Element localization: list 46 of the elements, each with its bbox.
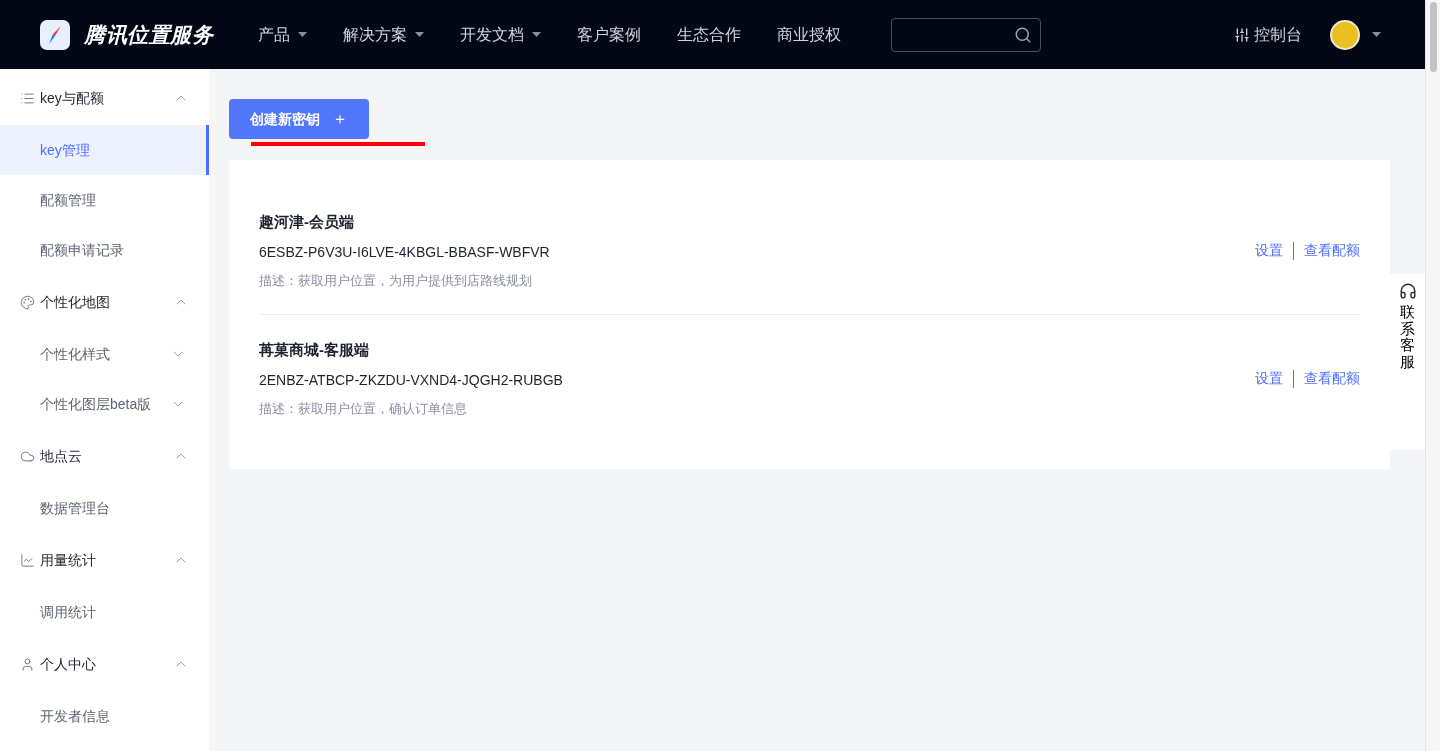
key-description: 描述：获取用户位置，为用户提供到店路线规划	[259, 271, 533, 290]
sidebar-item[interactable]: 调用统计	[0, 587, 209, 637]
key-value: 2ENBZ-ATBCP-ZKZDU-VXND4-JQGH2-RUBGB	[259, 370, 564, 390]
sidebar-group-header[interactable]: 个性化地图	[0, 289, 209, 315]
group-icon	[20, 448, 35, 464]
sidebar-item[interactable]: 个性化图层beta版	[0, 379, 209, 429]
search-field[interactable]	[891, 17, 1042, 52]
action-link[interactable]: 设置	[1255, 368, 1283, 389]
avatar[interactable]	[1330, 19, 1360, 50]
sidebar-item[interactable]: key管理	[0, 125, 209, 175]
nav-link[interactable]: 开发文档	[460, 22, 542, 47]
console-link[interactable]: 控制台	[1234, 22, 1302, 47]
headset-icon	[1398, 282, 1417, 300]
sidebar-group-header[interactable]: 用量统计	[0, 547, 209, 573]
action-link[interactable]: 查看配额	[1304, 368, 1360, 389]
sidebar-item[interactable]: 个性化样式	[0, 329, 209, 379]
create-key-button[interactable]: 创建新密钥 ＋	[229, 99, 369, 139]
sidebar-group-header[interactable]: key与配额	[0, 85, 209, 111]
action-link[interactable]: 设置	[1255, 240, 1283, 261]
key-value: 6ESBZ-P6V3U-I6LVE-4KBGL-BBASF-WBFVR	[259, 242, 551, 262]
caret-down-icon	[1372, 32, 1381, 37]
sliders-icon	[1234, 26, 1250, 43]
group-icon	[20, 656, 35, 672]
key-name: 趣河津-会员端	[259, 212, 355, 232]
brand-name[interactable]: 腾讯位置服务	[84, 18, 214, 51]
nav-link[interactable]: 生态合作	[677, 22, 742, 47]
search-icon	[1014, 25, 1033, 44]
nav-link[interactable]: 客户案例	[577, 22, 642, 47]
nav-link[interactable]: 产品	[258, 22, 308, 47]
sidebar-group-header[interactable]: 地点云	[0, 443, 209, 469]
action-link[interactable]: 查看配额	[1304, 240, 1360, 261]
support-tab-label: 联系客服	[1400, 304, 1415, 370]
group-icon	[20, 90, 35, 106]
sidebar-group-header[interactable]: 个人中心	[0, 651, 209, 677]
sidebar-item[interactable]: 配额申请记录	[0, 225, 209, 275]
sidebar-item[interactable]: 数据管理台	[0, 483, 209, 533]
nav-link[interactable]: 商业授权	[777, 22, 842, 47]
compass-logo-icon	[40, 19, 70, 50]
group-icon	[20, 294, 35, 310]
key-name: 苒菓商城-客服端	[259, 340, 370, 360]
support-tab[interactable]: 联系客服	[1390, 274, 1425, 450]
key-description: 描述：获取用户位置，确认订单信息	[259, 399, 468, 418]
nav-link[interactable]: 解决方案	[343, 22, 425, 47]
sidebar-item[interactable]: 开发者信息	[0, 691, 209, 741]
group-icon	[20, 552, 35, 568]
sidebar-item[interactable]: 配额管理	[0, 175, 209, 225]
